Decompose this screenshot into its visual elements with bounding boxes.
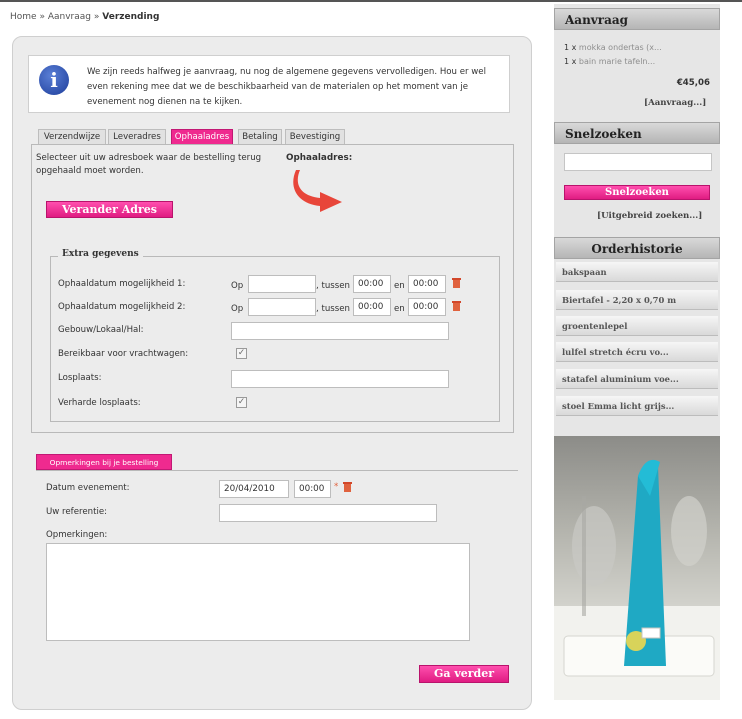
aanvraag-total: €45,06 bbox=[676, 78, 710, 88]
history-item[interactable]: statafel aluminium voe... bbox=[556, 369, 718, 389]
pickup-date-1-time-from[interactable]: 00:00 bbox=[353, 275, 391, 293]
trash-icon[interactable] bbox=[451, 277, 462, 289]
change-address-button[interactable]: Verander Adres bbox=[46, 201, 173, 218]
opmerkingen-tab[interactable]: Opmerkingen bij je bestelling bbox=[36, 454, 172, 470]
select-address-text: Selecteer uit uw adresboek waar de beste… bbox=[36, 153, 262, 176]
breadcrumb-aanvraag-link[interactable]: Aanvraag bbox=[48, 12, 91, 22]
breadcrumb: Home » Aanvraag » Verzending bbox=[10, 12, 159, 22]
tab-leveradres[interactable]: Leveradres bbox=[108, 129, 166, 144]
tab-ophaaladres[interactable]: Ophaaladres bbox=[171, 129, 233, 144]
bereikbaar-label: Bereikbaar voor vrachtwagen: bbox=[58, 349, 189, 359]
losplaats-label: Losplaats: bbox=[58, 373, 102, 383]
referentie-input[interactable] bbox=[219, 504, 437, 522]
aanvraag-item[interactable]: 1 x bain marie tafeln... bbox=[564, 57, 655, 66]
pickup-date-1-input[interactable] bbox=[248, 275, 316, 293]
op-label: Op bbox=[231, 281, 244, 291]
pickup-date-2-time-to[interactable]: 00:00 bbox=[408, 298, 446, 316]
history-item[interactable]: stoel Emma licht grijs... bbox=[556, 396, 718, 416]
snelzoeken-heading: Snelzoeken bbox=[554, 122, 720, 144]
breadcrumb-separator: » bbox=[39, 12, 45, 22]
item-qty: 1 x bbox=[564, 57, 577, 66]
en-label: en bbox=[394, 281, 405, 291]
en-label: en bbox=[394, 304, 405, 314]
info-icon: i bbox=[39, 65, 69, 95]
opmerkingen-textarea[interactable] bbox=[46, 543, 470, 641]
snelzoeken-input[interactable] bbox=[564, 153, 712, 171]
table-setting-photo bbox=[554, 436, 720, 700]
ophaaladres-label: Ophaaladres: bbox=[286, 153, 353, 163]
next-button[interactable]: Ga verder bbox=[419, 665, 509, 683]
history-item[interactable]: bakspaan bbox=[556, 262, 718, 282]
item-name: mokka ondertas (x... bbox=[578, 43, 662, 52]
breadcrumb-home-link[interactable]: Home bbox=[10, 12, 37, 22]
referentie-label: Uw referentie: bbox=[46, 507, 108, 517]
item-qty: 1 x bbox=[564, 43, 577, 52]
tab-betaling[interactable]: Betaling bbox=[238, 129, 282, 144]
verharde-losplaats-label: Verharde losplaats: bbox=[58, 398, 141, 408]
datum-evenement-time[interactable]: 00:00 bbox=[294, 480, 331, 498]
trash-icon[interactable] bbox=[451, 300, 462, 312]
aanvraag-item[interactable]: 1 x mokka ondertas (x... bbox=[564, 43, 662, 52]
aanvraag-link[interactable]: [Aanvraag...] bbox=[644, 98, 706, 108]
tussen-label: , tussen bbox=[316, 304, 350, 314]
aanvraag-heading: Aanvraag bbox=[554, 8, 720, 30]
pickup-date-2-label: Ophaaldatum mogelijkheid 2: bbox=[58, 302, 186, 312]
history-item[interactable]: lulfel stretch écru vo... bbox=[556, 342, 718, 362]
bereikbaar-checkbox[interactable]: ✓ bbox=[236, 348, 247, 359]
pickup-date-2-input[interactable] bbox=[248, 298, 316, 316]
info-text: We zijn reeds halfweg je aanvraag, nu no… bbox=[87, 67, 486, 107]
opmerkingen-label: Opmerkingen: bbox=[46, 530, 108, 540]
curved-arrow-icon bbox=[293, 170, 342, 212]
breadcrumb-current: Verzending bbox=[102, 12, 160, 22]
op-label: Op bbox=[231, 304, 244, 314]
tab-verzendwijze[interactable]: Verzendwijze bbox=[38, 129, 106, 144]
snelzoeken-button[interactable]: Snelzoeken bbox=[564, 185, 710, 200]
history-item[interactable]: Biertafel - 2,20 x 0,70 m bbox=[556, 290, 718, 310]
info-box: i We zijn reeds halfweg je aanvraag, nu … bbox=[28, 55, 510, 113]
orderhistorie-heading: Orderhistorie bbox=[554, 237, 720, 259]
losplaats-input[interactable] bbox=[231, 370, 449, 388]
gebouw-input[interactable] bbox=[231, 322, 449, 340]
tab-bevestiging[interactable]: Bevestiging bbox=[285, 129, 345, 144]
extra-gegevens-legend: Extra gegevens bbox=[58, 249, 143, 259]
item-name: bain marie tafeln... bbox=[578, 57, 656, 66]
breadcrumb-separator: » bbox=[93, 12, 100, 22]
history-item[interactable]: groentenlepel bbox=[556, 316, 718, 336]
trash-icon[interactable] bbox=[342, 481, 353, 493]
top-border-line bbox=[0, 0, 742, 2]
verharde-losplaats-checkbox[interactable]: ✓ bbox=[236, 397, 247, 408]
required-marker: * bbox=[334, 482, 339, 492]
pickup-date-2-time-from[interactable]: 00:00 bbox=[353, 298, 391, 316]
pickup-date-1-time-to[interactable]: 00:00 bbox=[408, 275, 446, 293]
datum-evenement-input[interactable]: 20/04/2010 bbox=[219, 480, 289, 498]
table-setting-illustration bbox=[554, 459, 720, 700]
datum-evenement-label: Datum evenement: bbox=[46, 483, 130, 493]
pickup-date-1-label: Ophaaldatum mogelijkheid 1: bbox=[58, 279, 186, 289]
uitgebreid-zoeken-link[interactable]: [Uitgebreid zoeken...] bbox=[597, 211, 702, 221]
tussen-label: , tussen bbox=[316, 281, 350, 291]
gebouw-label: Gebouw/Lokaal/Hal: bbox=[58, 325, 144, 335]
